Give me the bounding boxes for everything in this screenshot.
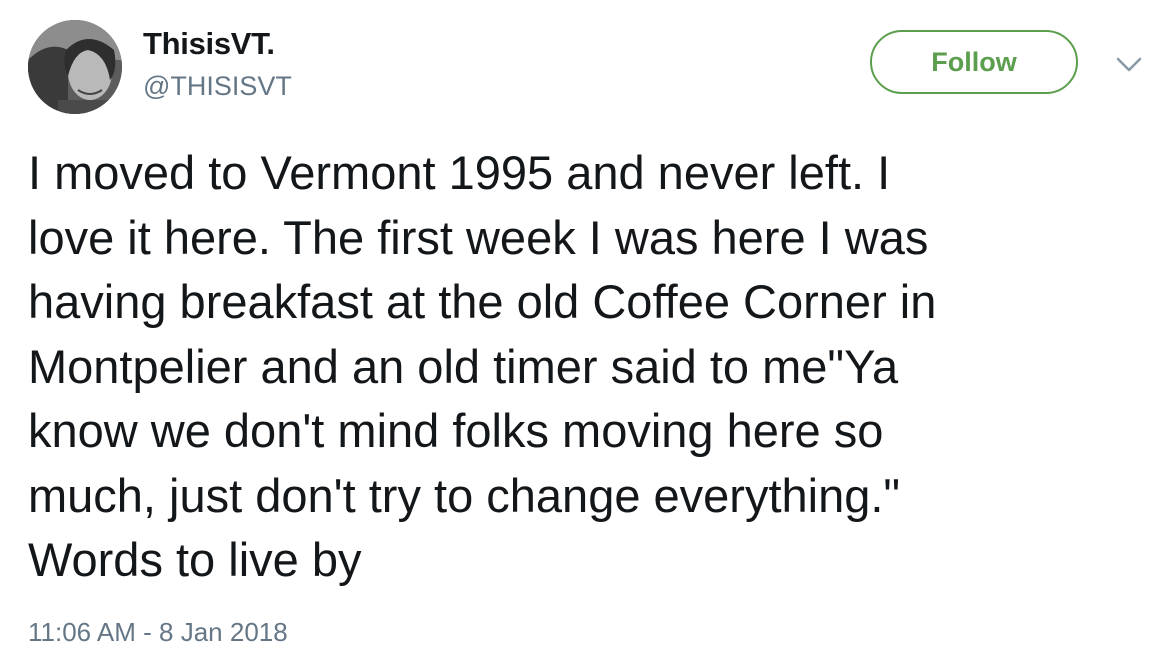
follow-button[interactable]: Follow — [870, 30, 1078, 94]
tweet-timestamp[interactable]: 11:06 AM - 8 Jan 2018 — [28, 616, 288, 648]
avatar[interactable] — [28, 20, 122, 114]
author-display-name[interactable]: ThisisVT. — [143, 26, 275, 62]
tweet-text: I moved to Vermont 1995 and never left. … — [28, 146, 937, 586]
avatar-photo — [28, 20, 122, 114]
chevron-down-icon[interactable] — [1114, 55, 1144, 75]
author-handle[interactable]: @THISISVT — [143, 70, 292, 102]
tweet-card: ThisisVT. @THISISVT Follow I moved to Ve… — [0, 0, 1176, 666]
